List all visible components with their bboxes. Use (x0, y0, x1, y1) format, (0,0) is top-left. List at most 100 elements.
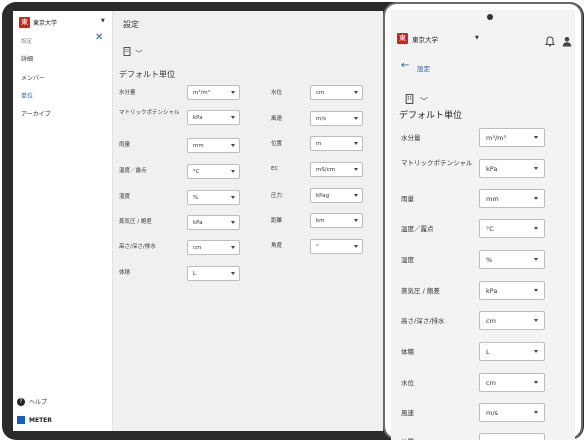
unit-select[interactable]: kPag (310, 188, 363, 203)
unit-value: cm (486, 317, 496, 325)
sidebar-settings-label: 設定 (21, 39, 33, 45)
unit-label: 湿度 (119, 194, 131, 200)
unit-select[interactable]: cm (479, 373, 545, 392)
user-icon[interactable] (562, 32, 572, 51)
building-icon (123, 47, 131, 56)
unit-select[interactable]: kPa (187, 110, 240, 125)
unit-select[interactable]: ° (310, 239, 363, 254)
unit-select[interactable]: m/s (479, 403, 545, 422)
unit-label: 水分量 (119, 90, 136, 96)
chevron-down-icon (231, 170, 235, 173)
chevron-down-icon (231, 116, 235, 119)
unit-label: 位置 (271, 141, 283, 147)
unit-value: ° (316, 244, 319, 250)
chevron-down-icon (354, 142, 358, 145)
unit-select[interactable]: mm (187, 138, 240, 153)
unit-value: m³/m³ (193, 90, 210, 96)
unit-select[interactable]: cm (479, 311, 545, 330)
unit-select[interactable]: cm (187, 240, 240, 255)
unit-label: 高さ/深さ/排水 (119, 244, 156, 250)
unit-select[interactable]: L (187, 266, 240, 281)
chevron-down-icon (534, 136, 538, 139)
unit-value: kPa (193, 220, 203, 226)
unit-label: 体積 (401, 348, 414, 356)
unit-select[interactable]: cm (310, 85, 363, 100)
org-dropdown-icon[interactable]: ▼ (475, 35, 479, 41)
org-name[interactable]: 東京大学 (412, 34, 438, 44)
unit-select[interactable]: °C (187, 164, 240, 179)
org-name[interactable]: 東京大学 (33, 18, 57, 27)
unit-label: マトリックポテンシャル (401, 159, 473, 167)
chevron-down-icon (534, 258, 538, 261)
chevron-down-icon (534, 227, 538, 230)
chevron-down-icon (534, 167, 538, 170)
bell-icon[interactable] (545, 32, 555, 51)
unit-select[interactable]: m³/m³ (187, 85, 240, 100)
unit-label: 雨量 (119, 142, 131, 148)
chevron-down-icon (231, 144, 235, 147)
unit-value: °C (486, 225, 494, 233)
tablet-screen: 東 東京大学 ▼ 設定 ✕ 詳細 メンバー 単位 アーカイブ ? ヘルプ MET… (13, 11, 383, 431)
unit-select[interactable]: m³/m³ (479, 128, 545, 147)
unit-value: mS/cm (316, 167, 336, 173)
unit-select[interactable]: mS/cm (310, 162, 363, 177)
unit-value: m/s (316, 116, 327, 122)
unit-select[interactable]: kPa (187, 215, 240, 230)
unit-select[interactable]: mm (479, 189, 545, 208)
chevron-down-icon: ﹀ (135, 50, 143, 58)
sidebar-item-details[interactable]: 詳細 (21, 54, 33, 63)
unit-select[interactable]: m (310, 136, 363, 151)
back-arrow-icon[interactable]: ← (401, 61, 409, 71)
unit-value: km (316, 218, 325, 224)
sidebar-item-archive[interactable]: アーカイブ (21, 109, 51, 118)
chevron-down-icon (354, 219, 358, 222)
unit-value: cm (316, 90, 325, 96)
unit-select[interactable]: m/s (310, 111, 363, 126)
unit-value: kPa (193, 115, 203, 121)
chevron-down-icon (534, 350, 538, 353)
unit-select[interactable]: kPa (479, 159, 545, 178)
chevron-down-icon (534, 411, 538, 414)
unit-label: 体積 (119, 270, 131, 276)
chevron-down-icon (354, 117, 358, 120)
chevron-down-icon (231, 91, 235, 94)
unit-select[interactable]: m (479, 433, 545, 440)
unit-label: 蒸気圧 / 飽差 (401, 287, 440, 295)
unit-label: 温度／露点 (401, 225, 434, 233)
chevron-down-icon (534, 197, 538, 200)
sidebar: 東 東京大学 ▼ 設定 ✕ 詳細 メンバー 単位 アーカイブ ? ヘルプ MET… (13, 11, 113, 431)
help-icon: ? (17, 397, 25, 406)
unit-select[interactable]: % (187, 190, 240, 205)
unit-value: L (486, 348, 490, 356)
close-icon[interactable]: ✕ (95, 33, 103, 43)
unit-label: 高さ/深さ/排水 (401, 317, 445, 325)
help-link[interactable]: ? ヘルプ (17, 397, 47, 406)
unit-label: 水位 (401, 379, 414, 387)
unit-value: kPag (316, 193, 330, 199)
unit-select[interactable]: L (479, 342, 545, 361)
sidebar-item-units[interactable]: 単位 (21, 91, 33, 100)
unit-value: cm (193, 245, 202, 251)
building-selector[interactable]: ﹀ (123, 47, 143, 59)
unit-label: 位置 (401, 438, 414, 440)
unit-select[interactable]: km (310, 213, 363, 228)
org-dropdown-icon[interactable]: ▼ (101, 18, 105, 24)
unit-label: 水分量 (401, 134, 421, 142)
chevron-down-icon (231, 196, 235, 199)
unit-select[interactable]: °C (479, 219, 545, 238)
meter-label: METER (29, 416, 52, 424)
unit-label: マトリックポテンシャル (119, 110, 180, 116)
chevron-down-icon (534, 289, 538, 292)
back-label[interactable]: 設定 (417, 63, 430, 73)
help-label: ヘルプ (29, 399, 48, 406)
org-logo: 東 (19, 17, 30, 28)
sidebar-item-members[interactable]: メンバー (21, 73, 45, 82)
meter-logo-icon (17, 416, 25, 424)
chevron-down-icon (231, 272, 235, 275)
unit-label: 雨量 (401, 195, 414, 203)
building-selector[interactable]: ﹀ (405, 94, 428, 107)
unit-select[interactable]: % (479, 250, 545, 269)
chevron-down-icon (231, 246, 235, 249)
unit-select[interactable]: kPa (479, 281, 545, 300)
unit-label: EC (271, 166, 279, 172)
